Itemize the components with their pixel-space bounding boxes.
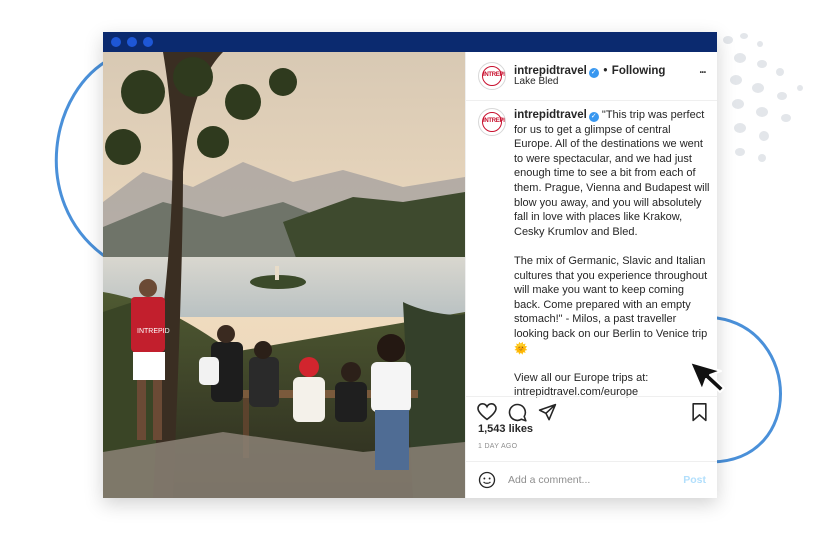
following-button[interactable]: Following [612,65,666,77]
post-side-panel: INTREPID intrepidtravel✓ • Following Lak… [465,52,717,498]
caption-paragraph-2: The mix of Germanic, Slavic and Italian … [514,254,708,355]
emoji-icon[interactable] [478,471,496,489]
dot-pattern [723,33,803,162]
shirt-logo: INTREPID [137,328,170,335]
post-actions: 1,543 likes 1 DAY AGO Add a comment... P… [466,396,717,497]
window-dot-2[interactable] [127,37,137,47]
browser-window: INTREPID INTREPI intrepidtravel ✓ • Foll… [103,32,717,498]
heart-icon[interactable] [477,403,497,421]
avatar[interactable]: INTREPID [478,62,506,90]
post-header: INTREPID intrepidtravel✓ • Following Lak… [466,52,717,101]
window-titlebar [103,32,717,52]
caption-avatar-logo: INTREPID [482,112,505,132]
share-icon[interactable] [538,403,557,422]
mouse-cursor-icon [689,361,725,393]
caption-verified-badge-icon: ✓ [588,112,599,122]
post-timestamp: 1 DAY AGO [478,443,518,450]
follow-dot: • [603,65,608,77]
window-dot-3[interactable] [143,37,153,47]
window-dot-1[interactable] [111,37,121,47]
avatar-logo: INTREPID [482,66,505,86]
likes-count[interactable]: 1,543 likes [478,423,533,435]
post-caption: intrepidtravel ✓ "This trip was perfect f… [514,108,710,400]
lake-bled-photo: INTREPID [103,52,465,498]
comment-bar: Add a comment... Post [466,461,717,498]
bookmark-icon[interactable] [691,403,708,422]
post-photo[interactable]: INTREPID [103,52,465,498]
caption-username[interactable]: intrepidtravel [514,109,587,121]
caption-text-1: "This trip was perfect for us to get a g… [514,109,710,238]
caption-paragraph-1: intrepidtravel ✓ "This trip was perfect f… [514,108,710,239]
more-horizontal-icon[interactable]: ••• [700,70,706,76]
comment-icon[interactable] [508,403,527,422]
comment-input[interactable]: Add a comment... [508,474,590,486]
location-link[interactable]: Lake Bled [514,76,558,87]
verified-badge-icon: ✓ [588,68,599,78]
caption-avatar[interactable]: INTREPID [478,108,506,136]
post-comment-button[interactable]: Post [683,474,706,486]
